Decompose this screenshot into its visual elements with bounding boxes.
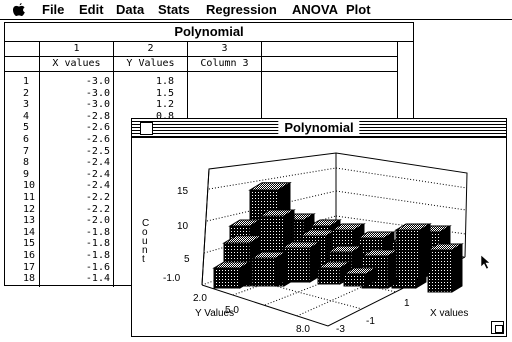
y-tick-8: 8.0 (296, 324, 310, 335)
row-number[interactable]: 2 (5, 88, 39, 99)
bar-front (427, 249, 453, 293)
arrow-cursor-icon (480, 254, 491, 270)
x-value-cell[interactable]: -3.0 (40, 76, 110, 87)
x-tick-3: 3 (450, 275, 456, 286)
row-number[interactable]: 8 (5, 157, 39, 168)
x-value-cell[interactable]: -1.8 (40, 250, 110, 261)
menu-data[interactable]: Data (116, 2, 144, 17)
bar-front (395, 229, 421, 279)
column-name-2[interactable]: Y Values (114, 57, 188, 72)
y-value-cell[interactable]: 1.5 (114, 88, 174, 99)
plot-window-title: Polynomial (278, 120, 360, 136)
data-window-titlebar[interactable]: Polynomial (5, 23, 413, 42)
x-tick-neg1: -1 (366, 316, 375, 327)
row-number[interactable]: 12 (5, 204, 39, 215)
y-axis-label: Y Values (195, 308, 234, 319)
z-tick-5: 5 (184, 254, 190, 265)
x-value-cell[interactable]: -2.4 (40, 169, 110, 180)
menu-file[interactable]: File (42, 2, 64, 17)
corner-cell (5, 42, 40, 57)
x-tick-neg3: -3 (336, 324, 345, 335)
x-value-cell[interactable]: -2.0 (40, 215, 110, 226)
svg-text:Count: Count (142, 218, 149, 265)
menu-plot[interactable]: Plot (346, 2, 371, 17)
column-number-1[interactable]: 1 (40, 42, 114, 57)
menu-regression[interactable]: Regression (206, 2, 277, 17)
menu-stats[interactable]: Stats (158, 2, 190, 17)
bars (212, 181, 464, 293)
resize-box-icon[interactable] (491, 321, 504, 334)
plot-window-titlebar[interactable]: Polynomial (132, 119, 506, 138)
row-number[interactable]: 11 (5, 192, 39, 203)
y-tick-2: 2.0 (193, 293, 207, 304)
plot-window: Polynomial 15 10 5 C o u n t -1.0 2.0 5.… (131, 118, 507, 337)
row-number[interactable]: 3 (5, 99, 39, 110)
x-value-cell[interactable]: -3.0 (40, 88, 110, 99)
x-value-cell[interactable]: -2.4 (40, 180, 110, 191)
empty-header-cell-2 (262, 57, 397, 72)
column-name-1[interactable]: X values (40, 57, 114, 72)
menu-anova[interactable]: ANOVA (292, 2, 338, 17)
bar-front (343, 273, 367, 287)
data-window-title: Polynomial (168, 24, 250, 40)
close-box-icon[interactable] (140, 122, 153, 135)
z-tick-10: 10 (177, 221, 189, 232)
y-value-cell[interactable]: 1.2 (114, 99, 174, 110)
row-number[interactable]: 9 (5, 169, 39, 180)
column-number-3[interactable]: 3 (188, 42, 262, 57)
row-number[interactable]: 17 (5, 262, 39, 273)
plot-area: 15 10 5 Count -1.0 2.0 5.0 8.0 Y Values … (132, 138, 506, 336)
x-tick-1: 1 (404, 298, 410, 309)
row-number[interactable]: 5 (5, 122, 39, 133)
y-tick-neg1: -1.0 (163, 273, 181, 284)
bar-front (317, 267, 341, 285)
bar-side (275, 251, 287, 287)
z-tick-15: 15 (177, 186, 189, 197)
row-number[interactable]: 4 (5, 111, 39, 122)
bar-front (213, 267, 241, 289)
empty-header-cell (262, 42, 397, 57)
x-value-cell[interactable]: -1.4 (40, 273, 110, 284)
x-value-cell[interactable]: -3.0 (40, 99, 110, 110)
x-value-cell[interactable]: -2.4 (40, 157, 110, 168)
row-number[interactable]: 15 (5, 238, 39, 249)
row-number[interactable]: 13 (5, 215, 39, 226)
bar-front (251, 257, 277, 287)
row-number[interactable]: 16 (5, 250, 39, 261)
x-value-cell[interactable]: -1.8 (40, 227, 110, 238)
corner-cell-2 (5, 57, 40, 72)
apple-logo-icon[interactable] (12, 2, 26, 17)
column-number-2[interactable]: 2 (114, 42, 188, 57)
menu-edit[interactable]: Edit (79, 2, 104, 17)
x-value-cell[interactable]: -2.6 (40, 134, 110, 145)
x-value-cell[interactable]: -2.6 (40, 122, 110, 133)
row-number[interactable]: 7 (5, 146, 39, 157)
x-value-cell[interactable]: -2.2 (40, 192, 110, 203)
column-name-3[interactable]: Column 3 (188, 57, 262, 72)
x-value-cell[interactable]: -2.2 (40, 204, 110, 215)
y-value-cell[interactable]: 1.8 (114, 76, 174, 87)
row-number[interactable]: 10 (5, 180, 39, 191)
menu-bar: File Edit Data Stats Regression ANOVA Pl… (0, 0, 512, 20)
row-number[interactable]: 1 (5, 76, 39, 87)
chart-svg: 15 10 5 Count -1.0 2.0 5.0 8.0 Y Values … (142, 152, 468, 335)
bar-side (419, 223, 431, 279)
x-axis-label: X values (430, 308, 468, 319)
row-number[interactable]: 18 (5, 273, 39, 284)
x-value-cell[interactable]: -2.5 (40, 146, 110, 157)
z-axis-label: Count (142, 218, 149, 265)
x-value-cell[interactable]: -2.8 (40, 111, 110, 122)
row-number[interactable]: 14 (5, 227, 39, 238)
x-value-cell[interactable]: -1.6 (40, 262, 110, 273)
row-number[interactable]: 6 (5, 134, 39, 145)
x-value-cell[interactable]: -1.8 (40, 238, 110, 249)
